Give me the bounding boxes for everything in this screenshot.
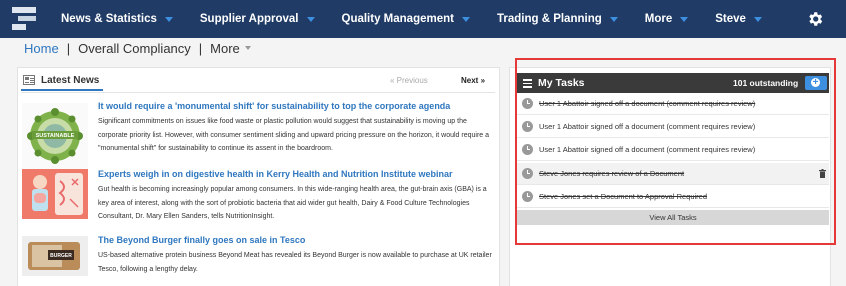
- image-caption: BURGER: [50, 253, 72, 259]
- next-link[interactable]: Next »: [461, 76, 485, 85]
- app-logo[interactable]: [12, 7, 42, 33]
- breadcrumb-separator: |: [198, 40, 203, 56]
- nav-news-statistics[interactable]: News & Statistics: [61, 13, 173, 25]
- highlight-box: [515, 58, 836, 245]
- news-article: Experts weigh in on digestive health in …: [22, 169, 492, 229]
- chevron-down-icon: [609, 17, 618, 22]
- digestive-health-image[interactable]: [22, 169, 88, 219]
- news-header: Latest News « Previous Next »: [18, 68, 499, 92]
- chevron-down-icon: [244, 46, 251, 50]
- breadcrumb-home-link[interactable]: Home: [24, 41, 59, 56]
- breadcrumb-separator: |: [66, 40, 71, 56]
- tab-latest-news[interactable]: Latest News: [21, 71, 103, 91]
- main-menu: News & Statistics Supplier Approval Qual…: [61, 0, 789, 38]
- nav-label: Steve: [715, 13, 746, 25]
- chevron-down-icon: [164, 17, 173, 22]
- chevron-down-icon: [306, 17, 315, 22]
- breadcrumb-current: Overall Compliancy: [78, 40, 191, 56]
- article-title-link[interactable]: It would require a 'monumental shift' fo…: [98, 101, 450, 111]
- divider: [21, 92, 495, 93]
- image-caption: SUSTAINABLE: [36, 133, 75, 139]
- chevron-down-icon: [461, 17, 470, 22]
- gear-icon[interactable]: [806, 10, 824, 28]
- article-title-link[interactable]: Experts weigh in on digestive health in …: [98, 169, 453, 179]
- nav-label: Trading & Planning: [496, 13, 602, 25]
- nav-label: News & Statistics: [61, 13, 157, 25]
- top-navbar: News & Statistics Supplier Approval Qual…: [0, 0, 846, 38]
- previous-link[interactable]: « Previous: [390, 76, 428, 85]
- article-summary: Significant commitments on issues like f…: [98, 118, 490, 152]
- article-summary: Gut health is becoming increasingly popu…: [98, 186, 487, 220]
- breadcrumb: Home | Overall Compliancy | More: [0, 38, 846, 58]
- chevron-down-icon: [753, 17, 762, 22]
- nav-supplier-approval[interactable]: Supplier Approval: [200, 13, 315, 25]
- nav-quality-management[interactable]: Quality Management: [342, 13, 470, 25]
- nav-user-menu[interactable]: Steve: [715, 13, 762, 25]
- nav-label: More: [644, 13, 673, 25]
- beyond-burger-image[interactable]: BURGER: [22, 236, 88, 276]
- breadcrumb-more-dropdown[interactable]: More: [210, 41, 251, 56]
- breadcrumb-more-label: More: [210, 40, 240, 56]
- nav-label: Quality Management: [341, 13, 454, 25]
- nav-trading-planning[interactable]: Trading & Planning: [497, 13, 618, 25]
- sustainable-globe-image[interactable]: SUSTAINABLE: [22, 103, 88, 169]
- article-summary: US-based alternative protein business Be…: [98, 252, 492, 273]
- nav-label: Supplier Approval: [199, 13, 299, 25]
- nav-more[interactable]: More: [644, 13, 689, 25]
- newspaper-icon: [23, 75, 35, 85]
- news-article: SUSTAINABLE It would require a 'monument…: [22, 101, 492, 169]
- news-title: Latest News: [41, 74, 100, 86]
- chevron-down-icon: [680, 17, 689, 22]
- news-article: BURGER The Beyond Burger finally goes on…: [22, 235, 492, 276]
- article-title-link[interactable]: The Beyond Burger finally goes on sale i…: [98, 235, 305, 245]
- latest-news-panel: Latest News « Previous Next » SUSTAINABL…: [17, 67, 500, 286]
